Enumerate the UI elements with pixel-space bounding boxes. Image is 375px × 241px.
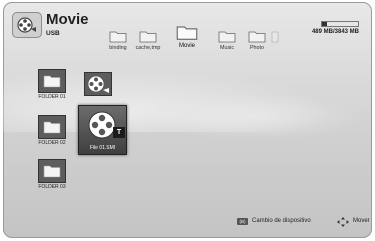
blue-key-icon: (B) bbox=[237, 218, 248, 225]
breadcrumb-binding[interactable]: binding bbox=[102, 30, 134, 51]
storage-bar bbox=[321, 21, 359, 27]
folder-icon bbox=[38, 159, 66, 183]
item-label: FOLDER 01 bbox=[38, 94, 66, 100]
item-label: File 01.SMI bbox=[89, 145, 116, 151]
breadcrumb-label: Photo bbox=[249, 45, 265, 51]
footer-hints: (B) Cambio de dispositivo Mover bbox=[3, 217, 372, 230]
page-title: Movie bbox=[46, 11, 89, 28]
folder-icon bbox=[109, 31, 127, 43]
folder-02-item[interactable]: FOLDER 02 bbox=[38, 115, 66, 146]
folder-icon bbox=[248, 31, 266, 43]
breadcrumb-movie[interactable]: Movie bbox=[171, 24, 203, 49]
breadcrumb-music[interactable]: Music bbox=[211, 30, 243, 51]
subtitle-badge: T bbox=[113, 127, 125, 138]
movie-file-item[interactable] bbox=[84, 72, 112, 96]
breadcrumb-label: cache,tmp bbox=[135, 45, 161, 51]
item-label: FOLDER 02 bbox=[38, 140, 66, 146]
device-subtitle: USB bbox=[46, 30, 60, 37]
breadcrumb-label: Music bbox=[219, 45, 235, 51]
folder-icon bbox=[271, 31, 279, 43]
movie-reel-icon bbox=[12, 12, 42, 38]
breadcrumb-label: binding bbox=[109, 45, 127, 51]
folder-01-item[interactable]: FOLDER 01 bbox=[38, 69, 66, 100]
folder-03-item[interactable]: FOLDER 03 bbox=[38, 159, 66, 190]
item-label: FOLDER 03 bbox=[38, 184, 66, 190]
change-device-hint[interactable]: Cambio de dispositivo bbox=[252, 218, 311, 224]
breadcrumb-cache-tmp[interactable]: cache,tmp bbox=[132, 30, 164, 51]
folder-icon bbox=[139, 31, 157, 43]
breadcrumb-next[interactable] bbox=[268, 30, 282, 43]
folder-icon bbox=[218, 31, 236, 43]
folder-icon bbox=[176, 26, 198, 40]
move-hint: Mover bbox=[353, 218, 370, 224]
movie-reel-icon bbox=[84, 72, 112, 96]
folder-icon bbox=[38, 69, 66, 93]
dpad-icon bbox=[337, 217, 349, 227]
media-browser-screen: Movie USB binding cache,tmp Movie Music … bbox=[3, 2, 372, 238]
folder-icon bbox=[38, 115, 66, 139]
storage-text: 489 MB/3843 MB bbox=[311, 29, 359, 35]
background-wave-2 bbox=[143, 92, 372, 142]
breadcrumb-label: Movie bbox=[178, 43, 195, 49]
storage-bar-fill bbox=[322, 22, 327, 26]
selected-file-item[interactable]: T File 01.SMI bbox=[78, 105, 127, 155]
